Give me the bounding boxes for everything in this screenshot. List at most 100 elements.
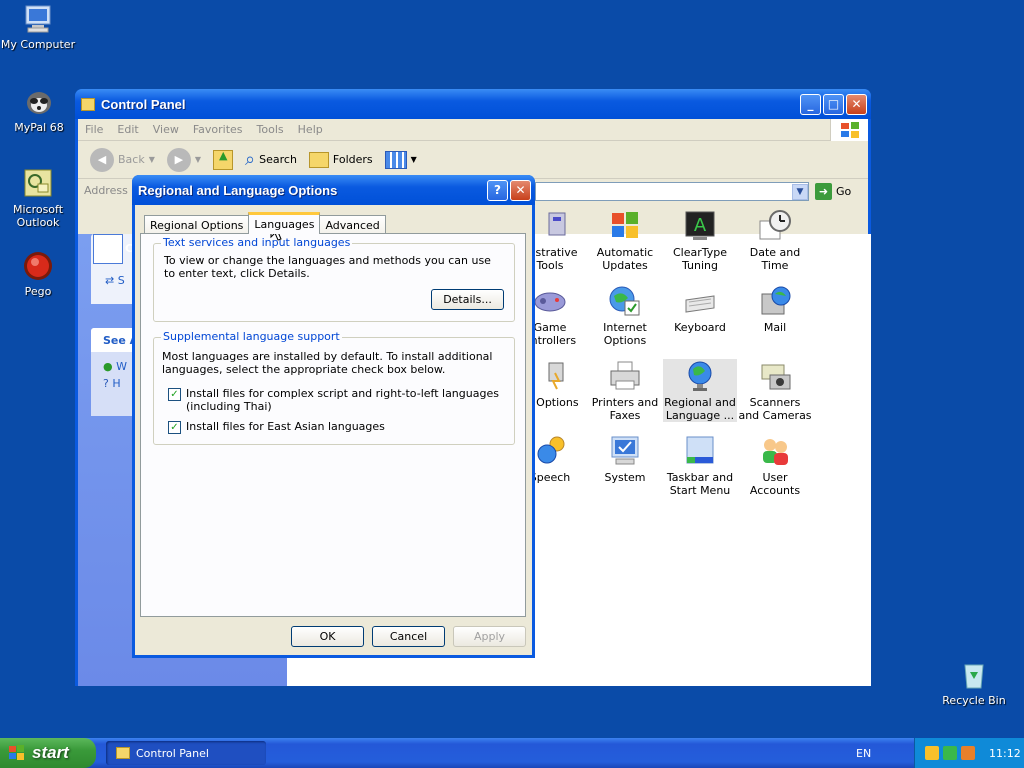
views-button[interactable]: ▼ xyxy=(381,150,421,169)
clock-icon xyxy=(758,209,792,243)
cp-icon-label: Internet Options xyxy=(603,321,647,347)
menu-tools[interactable]: Tools xyxy=(250,123,291,136)
toolbar: ◀ Back ▼ ▶ ▼ ▲ ⌕ Search Folders ▼ xyxy=(78,141,868,179)
admin-tools-icon xyxy=(533,209,567,243)
cp-icon-label: Taskbar and Start Menu xyxy=(666,471,734,497)
menu-view[interactable]: View xyxy=(146,123,186,136)
go-arrow-icon: ➜ xyxy=(815,183,832,200)
dialog-close-button[interactable]: ✕ xyxy=(510,179,531,201)
speech-icon xyxy=(533,434,567,468)
search-label: Search xyxy=(259,153,297,166)
recycle-bin-icon xyxy=(958,659,990,691)
cp-icon-user-accounts[interactable]: User Accounts xyxy=(738,434,812,497)
text-services-group: Text services and input languages To vie… xyxy=(153,236,515,322)
tab-languages[interactable]: Languages xyxy=(248,212,321,234)
desktop-icon-outlook[interactable]: Microsoft Outlook xyxy=(0,168,76,229)
folders-icon xyxy=(308,151,329,168)
cp-icon-regional-language[interactable]: Regional and Language ... xyxy=(663,359,737,422)
desktop-icon-mypal[interactable]: MyPal 68 xyxy=(1,86,77,134)
cleartype-icon: A xyxy=(683,209,717,243)
menu-bar: File Edit View Favorites Tools Help xyxy=(78,119,868,141)
cp-icon-date-time[interactable]: Date and Time xyxy=(738,209,812,272)
ok-button[interactable]: OK xyxy=(291,626,364,647)
up-button[interactable]: ▲ xyxy=(209,149,237,170)
cp-icon-printers-faxes[interactable]: Printers and Faxes xyxy=(588,359,662,422)
maximize-button[interactable]: □ xyxy=(823,93,844,115)
text-services-description: To view or change the languages and meth… xyxy=(164,254,491,280)
east-asian-row[interactable]: ✓ Install files for East Asian languages xyxy=(168,420,503,434)
taskbar: start Control Panel EN 11:12 xyxy=(0,738,1024,768)
start-button[interactable]: start xyxy=(0,738,96,768)
cp-icon-automatic-updates[interactable]: Automatic Updates xyxy=(588,209,662,272)
window-title: Control Panel xyxy=(101,96,186,112)
complex-script-checkbox[interactable]: ✓ xyxy=(168,388,181,401)
taskbar-control-panel[interactable]: Control Panel xyxy=(106,741,266,765)
system-monitor-icon xyxy=(608,434,642,468)
dialog-body: Regional Options Languages Advanced Text… xyxy=(135,205,532,655)
address-dropdown-icon[interactable]: ▼ xyxy=(792,184,808,200)
details-button[interactable]: Details... xyxy=(431,289,504,310)
supplemental-description: Most languages are installed by default.… xyxy=(162,350,493,376)
views-icon xyxy=(384,150,407,169)
language-indicator[interactable]: EN xyxy=(856,747,871,760)
menu-edit[interactable]: Edit xyxy=(110,123,145,136)
cp-icon-label: ClearType Tuning xyxy=(672,246,728,272)
folders-button[interactable]: Folders xyxy=(305,151,377,168)
switch-view-link[interactable]: ⇄ S xyxy=(105,274,125,287)
desktop-icon-recycle-bin[interactable]: Recycle Bin xyxy=(936,659,1012,707)
cancel-button[interactable]: Cancel xyxy=(372,626,445,647)
desktop-icon-label: Microsoft Outlook xyxy=(12,203,64,229)
cp-icon-internet-options[interactable]: Internet Options xyxy=(588,284,662,347)
menu-favorites[interactable]: Favorites xyxy=(186,123,250,136)
cp-icon-label: Mail xyxy=(763,321,787,334)
desktop-icon-pego[interactable]: Pego xyxy=(0,250,76,298)
minimize-button[interactable]: _ xyxy=(800,93,821,115)
tab-advanced[interactable]: Advanced xyxy=(319,215,386,234)
mail-icon xyxy=(758,284,792,318)
cp-icon-system[interactable]: System xyxy=(588,434,662,484)
text-services-title: Text services and input languages xyxy=(161,236,353,249)
chevron-down-icon: ▼ xyxy=(148,155,155,164)
cp-icon-label: Date and Time xyxy=(749,246,801,272)
help-button[interactable]: ? xyxy=(487,179,508,201)
address-input[interactable] xyxy=(535,182,809,201)
pego-icon xyxy=(22,250,54,282)
security-shield-icon[interactable] xyxy=(925,746,939,760)
search-tray-icon[interactable] xyxy=(961,746,975,760)
menu-file[interactable]: File xyxy=(78,123,110,136)
close-button[interactable]: ✕ xyxy=(846,93,867,115)
search-button[interactable]: ⌕ Search xyxy=(241,149,301,170)
east-asian-label: Install files for East Asian languages xyxy=(186,420,385,433)
windows-flag-icon xyxy=(608,209,642,243)
cp-icon-label: User Accounts xyxy=(749,471,801,497)
dialog-titlebar[interactable]: Regional and Language Options ? ✕ xyxy=(132,175,535,205)
cp-icon-scanners-cameras[interactable]: Scanners and Cameras xyxy=(738,359,812,422)
cp-icon-label: Keyboard xyxy=(674,321,726,334)
cp-icon-keyboard[interactable]: Keyboard xyxy=(663,284,737,334)
taskbar-control-panel-label: Control Panel xyxy=(136,746,209,760)
desktop-icon-label: MyPal 68 xyxy=(14,121,64,134)
east-asian-checkbox[interactable]: ✓ xyxy=(168,421,181,434)
help-icon: ? xyxy=(103,377,109,390)
cp-icon-cleartype[interactable]: A ClearType Tuning xyxy=(663,209,737,272)
system-tray: 11:12 xyxy=(914,738,1024,768)
complex-script-row[interactable]: ✓ Install files for complex script and r… xyxy=(168,387,503,413)
desktop-icon-my-computer[interactable]: My Computer xyxy=(0,3,76,51)
cp-icon-taskbar-start[interactable]: Taskbar and Start Menu xyxy=(663,434,737,497)
back-button[interactable]: ◀ Back ▼ xyxy=(86,147,159,172)
tab-regional-options[interactable]: Regional Options xyxy=(144,215,250,234)
control-panel-titlebar[interactable]: Control Panel _ □ ✕ xyxy=(75,89,871,119)
folder-icon xyxy=(116,747,130,759)
back-label: Back xyxy=(118,153,145,166)
go-button[interactable]: ➜ Go xyxy=(815,183,851,200)
folder-icon xyxy=(81,97,95,111)
outlook-icon xyxy=(22,168,54,200)
network-icon[interactable] xyxy=(943,746,957,760)
forward-button[interactable]: ▶ ▼ xyxy=(163,147,205,172)
power-icon xyxy=(533,359,567,393)
cp-icon-label: Printers and Faxes xyxy=(591,396,659,422)
raccoon-icon xyxy=(23,86,55,118)
menu-help[interactable]: Help xyxy=(291,123,330,136)
cp-icon-mail[interactable]: Mail xyxy=(738,284,812,334)
apply-button[interactable]: Apply xyxy=(453,626,526,647)
